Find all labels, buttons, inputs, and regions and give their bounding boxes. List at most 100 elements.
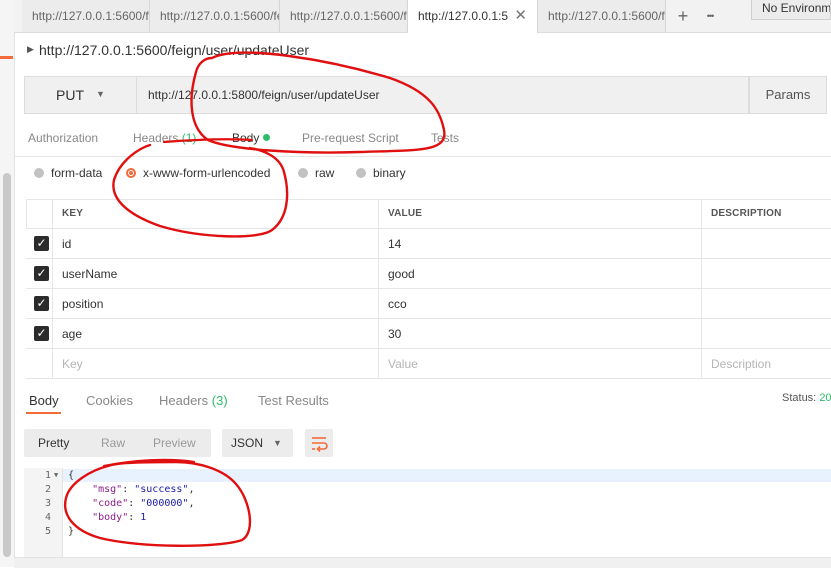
chevron-down-icon: ▼ [273, 438, 282, 448]
code-line: "msg": "success", [92, 484, 195, 495]
key-cell[interactable]: age [52, 319, 378, 348]
tab-prerequest-script[interactable]: Pre-request Script [302, 131, 399, 145]
description-cell[interactable] [701, 259, 831, 288]
value-cell[interactable]: cco [378, 289, 701, 318]
radio-raw[interactable]: raw [298, 166, 334, 180]
tab-authorization[interactable]: Authorization [28, 131, 98, 145]
close-icon[interactable]: ✕ [514, 0, 527, 32]
checkbox-checked-icon[interactable]: ✓ [34, 296, 49, 311]
view-preview-button[interactable]: Preview [153, 429, 196, 457]
checkbox-checked-icon[interactable]: ✓ [34, 266, 49, 281]
request-tab[interactable]: http://127.0.0.1:5600/fe [22, 0, 150, 32]
request-tab[interactable]: http://127.0.0.1:5600/fe [538, 0, 666, 32]
radio-icon [356, 168, 366, 178]
request-tab[interactable]: http://127.0.0.1:5600/fe [280, 0, 408, 32]
checkbox-checked-icon[interactable]: ✓ [34, 326, 49, 341]
view-pretty-button[interactable]: Pretty [38, 429, 69, 457]
tab-tests[interactable]: Tests [431, 131, 459, 145]
params-table: KEY VALUE DESCRIPTION ✓ id 14 ✓ userName… [26, 199, 831, 379]
add-tab-icon[interactable]: + [672, 6, 694, 26]
column-header-description: DESCRIPTION [701, 199, 831, 228]
sidebar-scrollbar[interactable] [3, 173, 11, 557]
value-cell[interactable]: 30 [378, 319, 701, 348]
description-cell[interactable] [701, 229, 831, 258]
row-checkbox-cell [26, 349, 52, 378]
more-tabs-icon[interactable]: ••• [699, 6, 721, 26]
request-tab[interactable]: http://127.0.0.1:5600/fe [150, 0, 280, 32]
status-dot-icon [263, 134, 271, 141]
tab-label: http://127.0.0.1:5600/fe [160, 9, 280, 23]
radio-binary[interactable]: binary [356, 166, 406, 180]
value-cell[interactable]: 14 [378, 229, 701, 258]
sidebar-accent-bar [0, 56, 13, 59]
value-cell[interactable]: good [378, 259, 701, 288]
json-string: "000000" [140, 498, 189, 509]
status-indicator: Status: 20 [782, 392, 831, 404]
active-line-highlight [62, 469, 831, 482]
tab-label: http://127.0.0.1:5600/fe [32, 9, 150, 23]
json-number: 1 [140, 512, 147, 523]
code-line: } [68, 526, 74, 537]
radio-label: raw [315, 166, 335, 180]
code-line: "body": 1 [92, 512, 147, 523]
new-key-input[interactable]: Key [52, 349, 378, 378]
params-button[interactable]: Params [749, 76, 827, 114]
response-body-editor[interactable]: 1 ▼ 2 3 4 5 { "msg": "success", "code": … [24, 468, 831, 558]
method-select[interactable]: PUT ▼ [24, 76, 137, 114]
new-value-input[interactable]: Value [378, 349, 701, 378]
view-raw-button[interactable]: Raw [101, 429, 125, 457]
column-header-value: VALUE [378, 199, 701, 228]
format-label: JSON [231, 436, 264, 450]
request-name[interactable]: http://127.0.0.1:5600/feign/user/updateU… [39, 42, 309, 58]
tab-body[interactable]: Body [232, 131, 271, 145]
fold-caret-icon[interactable]: ▼ [54, 471, 58, 479]
response-tab-body[interactable]: Body [29, 393, 59, 408]
request-tab-active[interactable]: http://127.0.0.1:5 ✕ [408, 0, 538, 33]
view-mode-group: Pretty Raw Preview [24, 429, 211, 457]
active-tab-underline [26, 412, 61, 414]
tab-label: http://127.0.0.1:5600/fe [548, 9, 666, 23]
tab-headers[interactable]: Headers (1) [133, 131, 196, 145]
table-header-row: KEY VALUE DESCRIPTION [26, 199, 831, 229]
table-row: ✓ position cco [26, 289, 831, 319]
headers-count: (1) [181, 131, 197, 145]
tab-label: http://127.0.0.1:5 [418, 9, 509, 23]
line-number: 1 [44, 470, 51, 481]
response-tab-test-results[interactable]: Test Results [258, 393, 329, 408]
table-row: ✓ userName good [26, 259, 831, 289]
key-cell[interactable]: id [52, 229, 378, 258]
table-row: ✓ age 30 [26, 319, 831, 349]
url-input[interactable]: http://127.0.0.1:5800/feign/user/updateU… [137, 76, 749, 114]
line-number-gutter: 1 ▼ 2 3 4 5 [24, 468, 63, 558]
tab-body-label: Body [232, 131, 260, 145]
key-cell[interactable]: position [52, 289, 378, 318]
response-tab-headers[interactable]: Headers (3) [159, 393, 228, 408]
new-description-input[interactable]: Description [701, 349, 831, 378]
environment-select[interactable]: No Environm [751, 0, 831, 20]
code-token: { [68, 470, 75, 481]
wrap-lines-button[interactable] [305, 429, 333, 457]
line-number: 2 [44, 484, 51, 495]
table-header-checkbox-col [26, 199, 52, 228]
response-tab-cookies[interactable]: Cookies [86, 393, 133, 408]
caret-right-icon[interactable]: ▶ [27, 44, 34, 55]
code-token: } [68, 526, 75, 537]
key-cell[interactable]: userName [52, 259, 378, 288]
format-select[interactable]: JSON ▼ [222, 429, 293, 457]
status-label: Status: [782, 392, 817, 404]
table-row-new: Key Value Description [26, 349, 831, 379]
row-checkbox-cell: ✓ [26, 289, 52, 318]
radio-urlencoded[interactable]: x-www-form-urlencoded [126, 166, 270, 180]
radio-form-data[interactable]: form-data [34, 166, 102, 180]
row-checkbox-cell: ✓ [26, 259, 52, 288]
description-cell[interactable] [701, 319, 831, 348]
checkbox-checked-icon[interactable]: ✓ [34, 236, 49, 251]
bottom-scrollbar[interactable] [14, 557, 831, 568]
response-tab-headers-label: Headers [159, 393, 209, 408]
radio-selected-icon [126, 168, 136, 178]
json-key: "code" [92, 498, 129, 509]
wrap-lines-icon [312, 437, 328, 453]
json-key: "body" [92, 512, 129, 523]
description-cell[interactable] [701, 289, 831, 318]
chevron-down-icon: ▼ [96, 89, 105, 99]
